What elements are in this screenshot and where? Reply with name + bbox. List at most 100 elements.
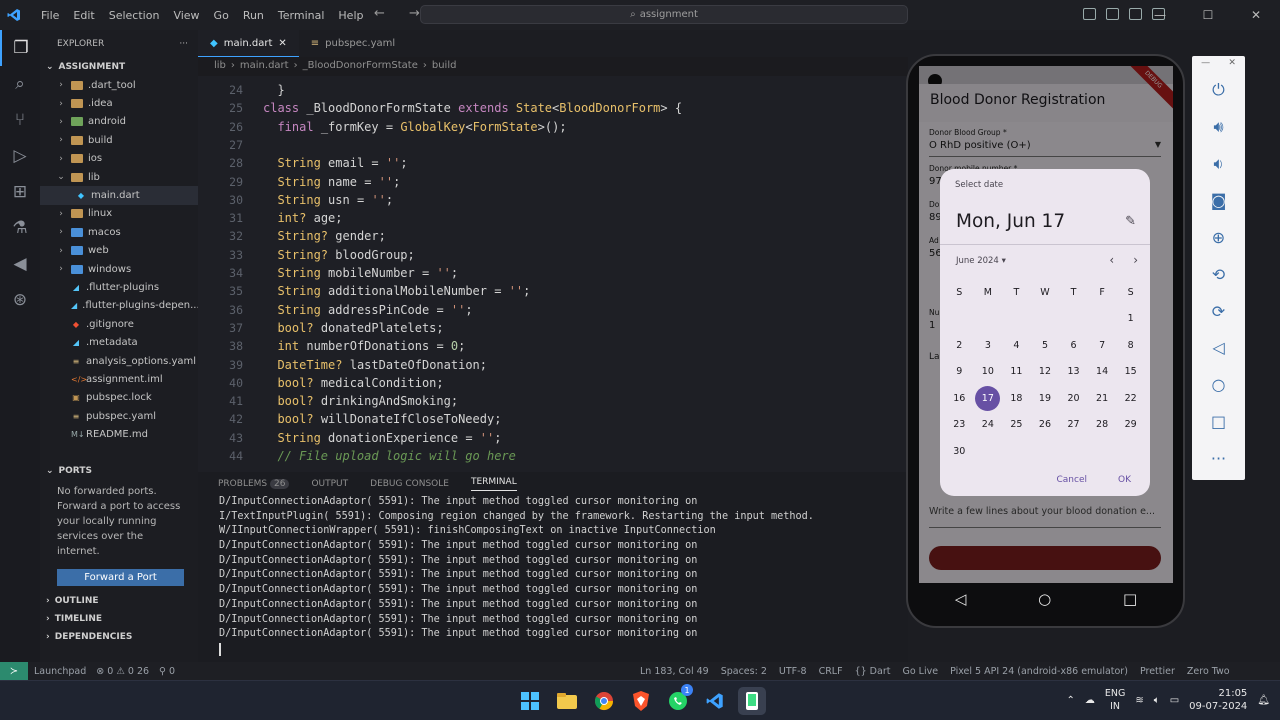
toggle-panel-icon[interactable] <box>1106 8 1119 20</box>
breadcrumb-item[interactable]: lib <box>214 60 226 71</box>
calendar-day[interactable]: 12 <box>1031 359 1060 386</box>
remote-explorer-icon[interactable]: ⊛ <box>0 282 40 318</box>
pencil-edit-icon[interactable]: ✎ <box>1125 214 1136 229</box>
flutter-icon[interactable]: ◀ <box>0 246 40 282</box>
forward-port-button[interactable]: Forward a Port <box>57 568 184 586</box>
tab-problems[interactable]: PROBLEMS 26 <box>218 479 290 489</box>
volume-down-icon[interactable]: 🔉︎ <box>1192 146 1245 183</box>
minimize-icon[interactable]: — <box>1136 0 1184 30</box>
notifications-icon[interactable]: 🔔︎ <box>1257 695 1270 706</box>
status-right-item[interactable]: CRLF <box>819 666 843 677</box>
breadcrumb-item[interactable]: build <box>432 60 457 71</box>
tree-item-linux[interactable]: › linux <box>40 205 198 223</box>
status-left-item[interactable]: ⊗ 0 ⚠ 0 26 <box>96 666 149 677</box>
calendar-day[interactable]: 21 <box>1088 385 1117 412</box>
tab-debug-console[interactable]: DEBUG CONSOLE <box>370 479 449 489</box>
tree-item-macos[interactable]: › macos <box>40 223 198 241</box>
home-icon[interactable]: ○ <box>1192 366 1245 403</box>
close-window-icon[interactable]: ✕ <box>1232 0 1280 30</box>
menu-item-selection[interactable]: Selection <box>102 9 167 22</box>
calendar-day[interactable]: 24 <box>974 412 1003 439</box>
tab-terminal[interactable]: TERMINAL <box>470 477 517 491</box>
status-left-item[interactable]: Launchpad <box>34 666 86 677</box>
command-center-search[interactable]: ⌕ assignment <box>420 5 908 24</box>
menu-item-file[interactable]: File <box>34 9 66 22</box>
calendar-day[interactable]: 26 <box>1031 412 1060 439</box>
ports-section[interactable]: ⌄ PORTS <box>40 462 198 480</box>
explorer-icon[interactable]: ❐ <box>0 30 40 66</box>
dependencies-section[interactable]: › DEPENDENCIES <box>40 628 198 646</box>
status-right-item[interactable]: Spaces: 2 <box>721 666 767 677</box>
tree-item-main-dart[interactable]: ◆ main.dart <box>40 186 198 205</box>
previous-month-icon[interactable]: ‹ <box>1109 253 1114 267</box>
calendar-day[interactable]: 17 <box>974 385 1003 412</box>
language-indicator[interactable]: ENG IN <box>1105 687 1125 713</box>
wifi-icon[interactable]: ≋ <box>1135 695 1143 706</box>
tab-main-dart[interactable]: ◆ main.dart ✕ <box>198 30 299 57</box>
status-right-item[interactable]: Prettier <box>1140 666 1175 677</box>
rotate-left-icon[interactable]: ⟲ <box>1192 256 1245 293</box>
tree-item-android[interactable]: › android <box>40 113 198 131</box>
tree-item--dart-tool[interactable]: › .dart_tool <box>40 76 198 94</box>
tab-pubspec-yaml[interactable]: ≡ pubspec.yaml <box>299 30 407 57</box>
menu-item-go[interactable]: Go <box>207 9 236 22</box>
status-right-item[interactable]: Ln 183, Col 49 <box>640 666 709 677</box>
show-hidden-icons-icon[interactable]: ⌃ <box>1066 695 1074 706</box>
calendar-day[interactable]: 10 <box>974 359 1003 386</box>
emulator-taskbar-icon[interactable] <box>738 687 766 715</box>
calendar-day[interactable]: 14 <box>1088 359 1117 386</box>
calendar-day[interactable]: 28 <box>1088 412 1117 439</box>
calendar-day[interactable]: 25 <box>1002 412 1031 439</box>
calendar-day[interactable]: 30 <box>945 438 974 465</box>
remote-indicator-icon[interactable]: ≻ <box>0 662 28 680</box>
tab-output[interactable]: OUTPUT <box>311 479 348 489</box>
overview-icon[interactable]: □ <box>1192 403 1245 440</box>
status-right-item[interactable]: UTF-8 <box>779 666 807 677</box>
tree-item-pubspec-lock[interactable]: ▣ pubspec.lock <box>40 389 198 407</box>
back-icon[interactable]: ◁ <box>955 590 967 608</box>
menu-item-terminal[interactable]: Terminal <box>271 9 332 22</box>
calendar-day[interactable]: 16 <box>945 385 974 412</box>
tree-item-assignment-iml[interactable]: </> assignment.iml <box>40 370 198 388</box>
cancel-button[interactable]: Cancel <box>1057 475 1088 485</box>
battery-icon[interactable]: ▭ <box>1170 695 1179 706</box>
onedrive-cloud-icon[interactable]: ☁ <box>1085 695 1095 706</box>
month-selector[interactable]: June 2024 ▾ <box>956 256 1006 266</box>
calendar-day[interactable]: 1 <box>1116 306 1145 333</box>
rotate-right-icon[interactable]: ⟳ <box>1192 293 1245 330</box>
next-month-icon[interactable]: › <box>1133 253 1138 267</box>
calendar-day[interactable]: 19 <box>1031 385 1060 412</box>
status-right-item[interactable]: Pixel 5 API 24 (android-x86 emulator) <box>950 666 1128 677</box>
whatsapp-icon[interactable]: 1 <box>664 684 693 715</box>
tree-item-analysis-options-yaml[interactable]: ≡ analysis_options.yaml <box>40 352 198 370</box>
close-icon[interactable]: ✕ <box>1228 58 1236 72</box>
search-activity-icon[interactable]: ⌕ <box>0 66 40 102</box>
calendar-day[interactable]: 23 <box>945 412 974 439</box>
calendar-day[interactable]: 15 <box>1116 359 1145 386</box>
tree-item-web[interactable]: › web <box>40 242 198 260</box>
calendar-day[interactable]: 13 <box>1059 359 1088 386</box>
tree-item--idea[interactable]: › .idea <box>40 94 198 112</box>
timeline-section[interactable]: › TIMELINE <box>40 610 198 628</box>
calendar-day[interactable]: 9 <box>945 359 974 386</box>
project-section[interactable]: ⌄ ASSIGNMENT <box>40 58 198 76</box>
more-actions-icon[interactable]: ··· <box>179 39 188 49</box>
windows-start-icon[interactable] <box>516 687 544 715</box>
tree-item-pubspec-yaml[interactable]: ≡ pubspec.yaml <box>40 407 198 425</box>
tree-item--flutter-plugins-depen-[interactable]: ◢ .flutter-plugins-depen... <box>40 297 200 315</box>
tree-item-build[interactable]: › build <box>40 131 198 149</box>
power-icon[interactable]: ⏻ <box>1192 72 1245 109</box>
tree-item--metadata[interactable]: ◢ .metadata <box>40 333 198 351</box>
calendar-day[interactable]: 3 <box>974 332 1003 359</box>
tree-item--gitignore[interactable]: ◆ .gitignore <box>40 315 198 333</box>
breadcrumb-item[interactable]: main.dart <box>240 60 289 71</box>
maximize-icon[interactable]: ☐ <box>1184 0 1232 30</box>
file-explorer-icon[interactable] <box>553 687 581 715</box>
tree-item-readme-md[interactable]: M↓ README.md <box>40 425 198 443</box>
tree-item-windows[interactable]: › windows <box>40 260 198 278</box>
recents-icon[interactable]: □ <box>1123 590 1137 608</box>
calendar-day[interactable]: 20 <box>1059 385 1088 412</box>
clock[interactable]: 21:05 09-07-2024 <box>1189 687 1247 713</box>
calendar-day[interactable]: 7 <box>1088 332 1117 359</box>
calendar-day[interactable]: 5 <box>1031 332 1060 359</box>
